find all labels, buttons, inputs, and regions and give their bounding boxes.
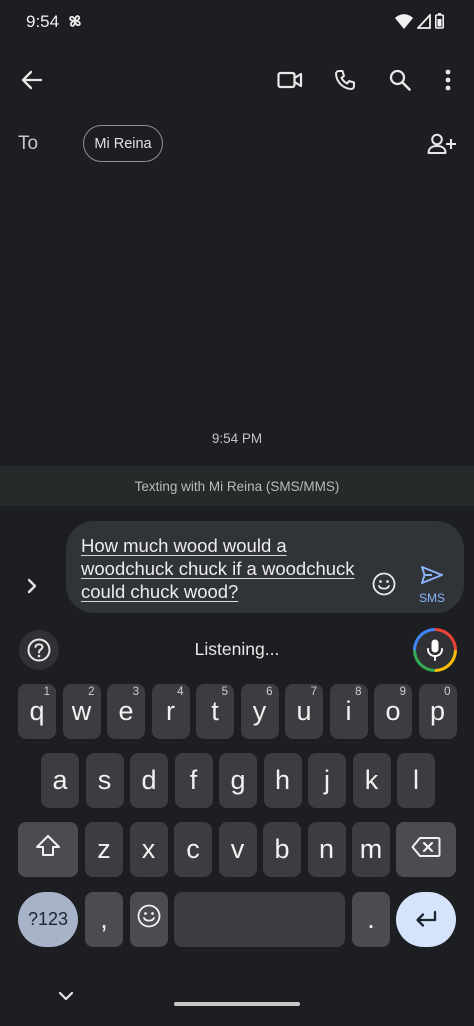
key-b[interactable]: b [263,822,301,877]
key-label: o [385,696,401,726]
voice-status: Listening... [194,639,280,659]
shift-icon [35,834,61,865]
key-m[interactable]: m [352,822,390,877]
comma-key[interactable]: , [85,892,123,947]
key-hint: 4 [177,686,184,698]
emoji-icon[interactable] [370,570,398,598]
key-x[interactable]: x [129,822,168,877]
key-l[interactable]: l [397,753,435,808]
backspace-icon [411,834,441,865]
key-k[interactable]: k [352,753,391,808]
recipient-row: To Mi Reina [0,122,474,166]
period-key[interactable]: . [352,892,390,947]
key-g[interactable]: g [219,753,257,808]
key-label: w [71,696,92,726]
arrow-left-icon[interactable] [8,56,56,104]
backspace-key[interactable] [396,822,456,877]
enter-icon [414,904,438,935]
space-key[interactable] [174,892,345,947]
send-icon [420,566,444,589]
keyboard-hide-icon[interactable] [56,989,76,1008]
key-hint: 5 [221,686,228,698]
key-n[interactable]: n [307,822,346,877]
key-hint: 7 [310,686,317,698]
search-icon[interactable] [376,56,424,104]
key-label: i [345,696,352,726]
key-j[interactable]: j [308,753,346,808]
key-label: t [211,696,219,726]
chevron-right-icon[interactable] [18,572,46,600]
send-type-label: SMS [418,591,445,605]
key-hint: 0 [444,686,451,698]
app-bar [0,56,474,104]
key-d[interactable]: d [130,753,168,808]
status-time: 9:54 [26,12,60,31]
message-input-text[interactable]: How much wood would a woodchuck chuck if… [81,534,361,603]
key-o[interactable]: o9 [374,684,412,739]
key-p[interactable]: p0 [418,684,457,739]
sms-banner: Texting with Mi Reina (SMS/MMS) [0,466,474,506]
emoji-icon [137,904,161,935]
key-hint: 9 [399,686,406,698]
message-timestamp: 9:54 PM [211,431,263,446]
key-e[interactable]: e3 [107,684,145,739]
wifi-icon [395,13,413,34]
keyboard: Listening... q1w2e3r4t5y6u7i8o9p0 asdfgh… [0,622,474,1026]
key-label: u [296,696,312,726]
enter-key[interactable] [396,892,456,947]
more-vert-icon[interactable] [424,56,472,104]
recipient-chip[interactable]: Mi Reina [83,125,163,162]
key-c[interactable]: c [174,822,212,877]
key-label: q [29,696,45,726]
send-button[interactable]: SMS [412,565,452,607]
add-person-icon[interactable] [420,122,464,166]
compose-bar: How much wood would a woodchuck chuck if… [0,506,474,622]
key-w[interactable]: w2 [62,684,101,739]
key-i[interactable]: i8 [329,684,368,739]
pinwheel-icon [66,12,84,35]
key-label: r [166,696,175,726]
key-y[interactable]: y6 [240,684,279,739]
battery-icon [435,13,445,34]
key-label: y [252,696,267,726]
key-hint: 3 [132,686,139,698]
key-hint: 1 [43,686,50,698]
key-a[interactable]: a [41,753,79,808]
key-hint: 2 [88,686,95,698]
microphone-icon [416,631,454,669]
message-input[interactable]: How much wood would a woodchuck chuck if… [66,521,464,613]
home-handle[interactable] [174,1002,300,1006]
key-s[interactable]: s [85,753,124,808]
key-label: p [429,696,446,726]
key-h[interactable]: h [263,753,302,808]
shift-key[interactable] [18,822,78,877]
key-label: e [118,696,134,726]
microphone-button[interactable] [413,628,457,672]
emoji-key[interactable] [130,892,168,947]
status-bar: 9:54 [0,0,474,44]
keyboard-toolbar: Listening... [0,622,474,678]
navigation-bar [0,985,474,1026]
key-f[interactable]: f [174,753,213,808]
key-z[interactable]: z [85,822,123,877]
key-hint: 8 [355,686,362,698]
signal-icon [415,12,431,34]
video-call-icon[interactable] [266,56,314,104]
key-hint: 6 [266,686,273,698]
key-t[interactable]: t5 [196,684,234,739]
key-q[interactable]: q1 [18,684,56,739]
phone-icon[interactable] [321,56,369,104]
key-v[interactable]: v [218,822,257,877]
symbols-key[interactable]: ?123 [18,892,78,947]
to-label: To [18,133,39,154]
key-u[interactable]: u7 [285,684,323,739]
key-r[interactable]: r4 [151,684,190,739]
